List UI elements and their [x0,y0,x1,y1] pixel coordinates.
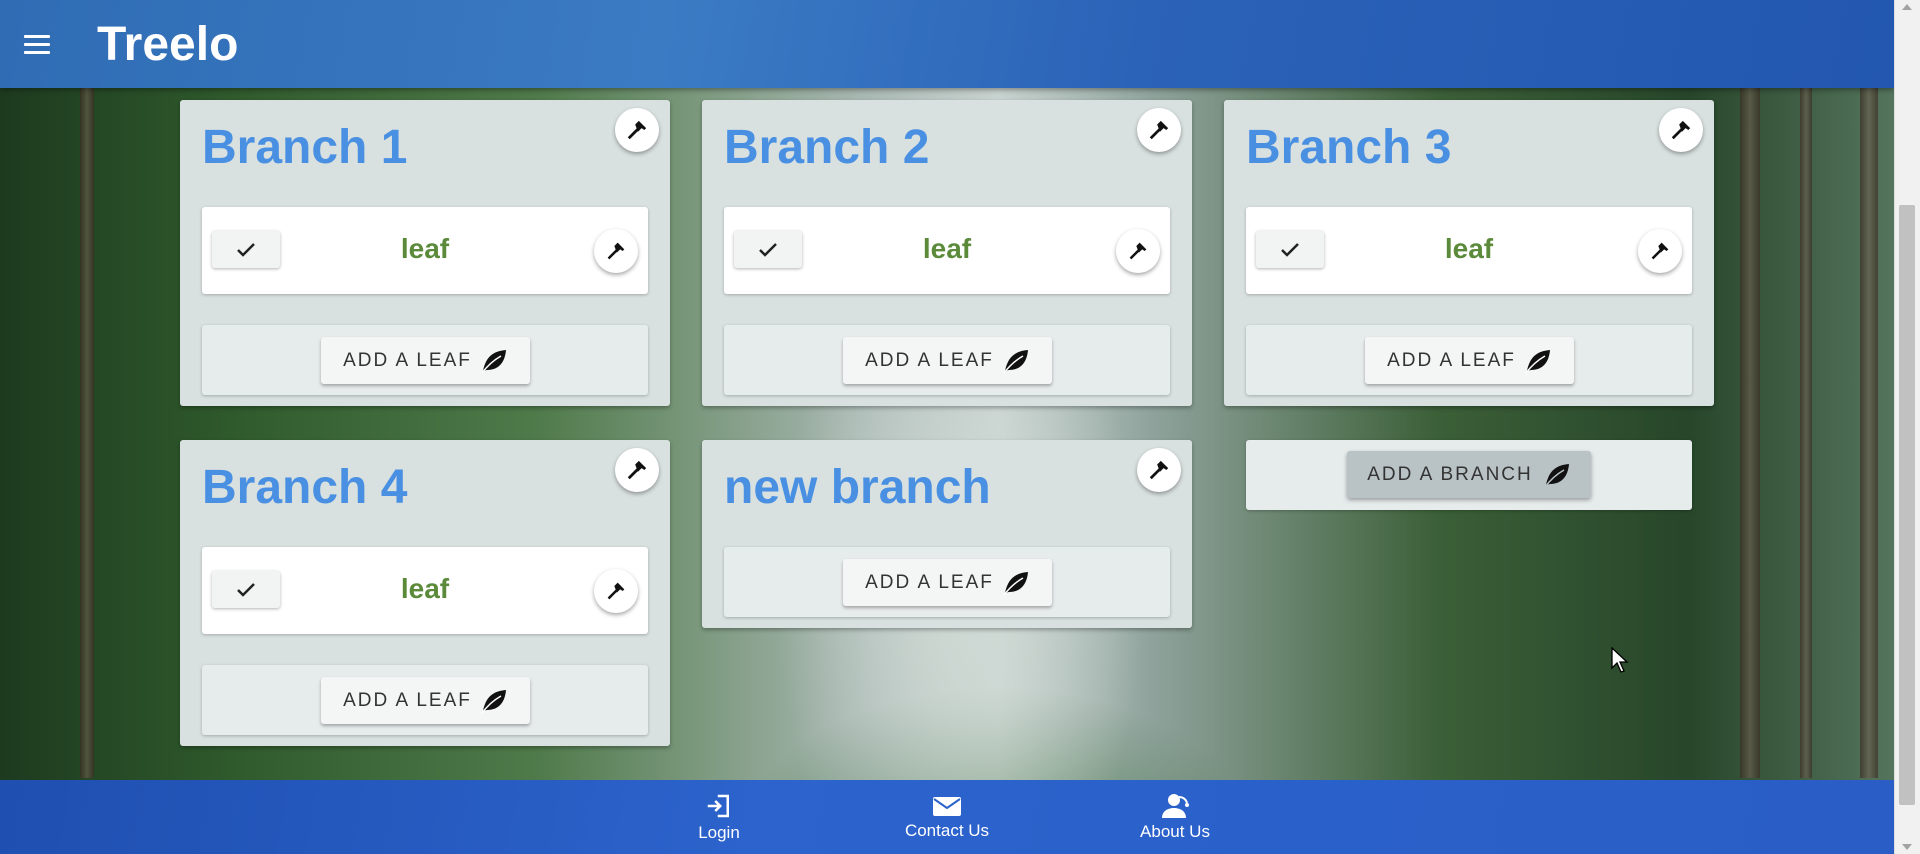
branch-card: Branch 2 leaf ADD A LEAF [702,100,1192,406]
leaf-icon [1003,571,1028,595]
branch-card: Branch 4 leaf ADD A LEAF [180,440,670,746]
add-leaf-label: ADD A LEAF [865,571,994,593]
leaf-icon [1544,463,1569,487]
scroll-thumb[interactable] [1899,205,1915,805]
add-leaf-zone: ADD A LEAF [202,665,648,735]
hammer-icon [607,242,625,260]
leaf-icon [1003,349,1028,373]
add-leaf-zone: ADD A LEAF [724,547,1170,617]
app-bar: Treelo [0,0,1894,88]
add-leaf-label: ADD A LEAF [865,349,994,371]
delete-branch-button[interactable] [1659,108,1703,152]
branch-title: Branch 2 [724,121,930,174]
page-scrollbar[interactable] [1894,0,1920,854]
hammer-icon [1651,242,1669,260]
leaf-icon [1525,349,1550,373]
leaf-text: leaf [400,573,450,604]
add-leaf-button[interactable]: ADD A LEAF [321,677,530,724]
hammer-icon [627,460,647,480]
hammer-icon [1671,120,1691,140]
scroll-up-arrow-icon[interactable] [1902,4,1912,10]
hammer-icon [1129,242,1147,260]
branch-card: new branch ADD A LEAF [702,440,1192,628]
branch-title: Branch 1 [202,121,408,174]
background-tree [80,88,94,778]
mouse-cursor-icon [1611,646,1629,673]
leaf-text: leaf [1444,233,1494,264]
add-leaf-label: ADD A LEAF [1387,349,1516,371]
branch-title: Branch 4 [202,461,408,514]
leaf-card: leaf [1246,207,1692,294]
leaf-card: leaf [724,207,1170,294]
delete-branch-button[interactable] [615,448,659,492]
branch-card: Branch 1 leaf ADD A LEAF [180,100,670,406]
delete-branch-button[interactable] [1137,448,1181,492]
add-leaf-button[interactable]: ADD A LEAF [843,559,1052,606]
add-leaf-label: ADD A LEAF [343,349,472,371]
leaf-card: leaf [202,547,648,634]
leaf-card: leaf [202,207,648,294]
leaf-text: leaf [922,233,972,264]
nav-login[interactable]: Login [605,780,833,854]
add-branch-label: ADD A BRANCH [1367,463,1533,485]
nav-about-us-label: About Us [1140,822,1210,841]
background-tree [1800,88,1812,778]
branch-card: Branch 3 leaf ADD A LEAF [1224,100,1714,406]
background-tree [1740,88,1760,778]
delete-branch-button[interactable] [1137,108,1181,152]
hammer-icon [1149,120,1169,140]
add-leaf-zone: ADD A LEAF [724,325,1170,395]
add-leaf-zone: ADD A LEAF [202,325,648,395]
hammer-icon [627,120,647,140]
delete-leaf-button[interactable] [594,569,638,613]
add-leaf-label: ADD A LEAF [343,689,472,711]
mail-icon [933,797,961,816]
delete-leaf-button[interactable] [1638,229,1682,273]
leaf-icon [481,689,506,713]
add-leaf-button[interactable]: ADD A LEAF [843,337,1052,384]
hammer-icon [1149,460,1169,480]
add-leaf-button[interactable]: ADD A LEAF [321,337,530,384]
delete-leaf-button[interactable] [1116,229,1160,273]
hammer-icon [607,582,625,600]
bottom-navigation: Login Contact Us About Us [0,780,1894,854]
nav-contact-us[interactable]: Contact Us [833,780,1061,854]
branch-title: new branch [724,461,991,514]
leaf-icon [481,349,506,373]
support-agent-icon [1162,794,1189,818]
app-title: Treelo [97,17,239,71]
add-leaf-zone: ADD A LEAF [1246,325,1692,395]
branch-title: Branch 3 [1246,121,1452,174]
add-leaf-button[interactable]: ADD A LEAF [1365,337,1574,384]
scroll-down-arrow-icon[interactable] [1902,844,1912,850]
nav-about-us[interactable]: About Us [1061,780,1289,854]
login-icon [707,794,729,818]
delete-leaf-button[interactable] [594,229,638,273]
background-tree [1860,88,1878,778]
nav-contact-us-label: Contact Us [904,821,990,840]
add-branch-zone: ADD A BRANCH [1246,440,1692,510]
leaf-text: leaf [400,233,450,264]
delete-branch-button[interactable] [615,108,659,152]
menu-icon[interactable] [12,19,62,69]
nav-login-label: Login [698,823,740,842]
add-branch-button[interactable]: ADD A BRANCH [1347,451,1591,498]
